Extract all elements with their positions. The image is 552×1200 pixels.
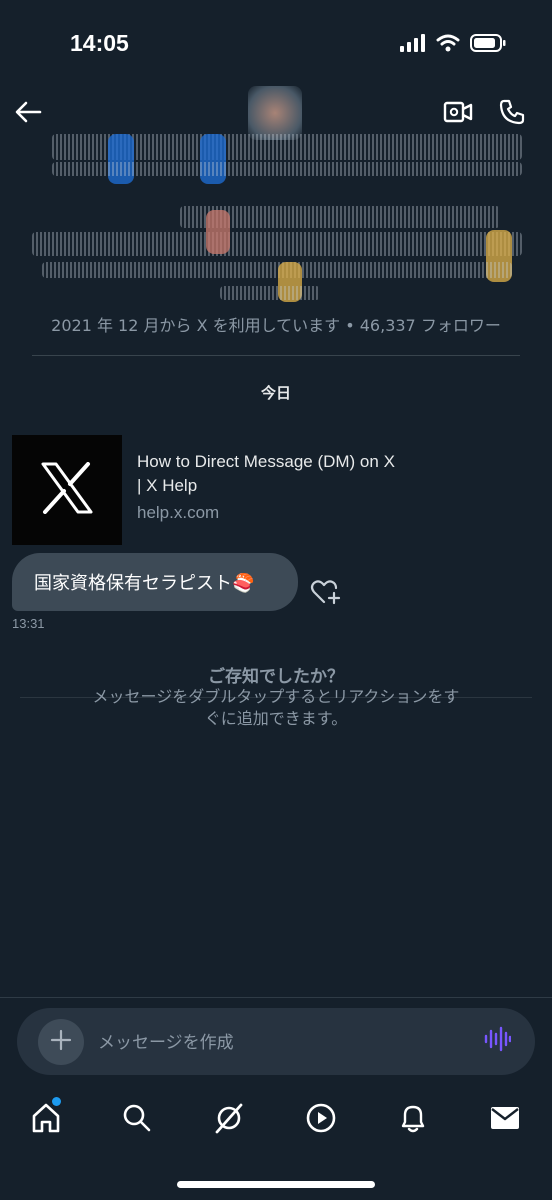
home-indicator <box>177 1181 375 1188</box>
heart-plus-icon <box>310 578 342 610</box>
battery-icon <box>470 34 506 56</box>
tip-body: メッセージをダブルタップするとリアクションをすぐに追加できます。 <box>92 687 460 728</box>
phone-call-icon <box>498 98 526 130</box>
x-logo-icon <box>40 462 94 518</box>
message-text: 国家資格保有セラピスト🍣 <box>34 573 255 594</box>
tip-title: ご存知でしたか？ <box>208 667 344 687</box>
search-icon <box>122 1103 152 1137</box>
profile-join-info: 2021 年 12 月から X を利用しています • 46,337 フォロワー <box>51 316 501 335</box>
voice-waveform-icon <box>483 1026 512 1056</box>
cellular-signal-icon <box>400 34 426 56</box>
message-input[interactable] <box>96 1022 470 1064</box>
add-reaction-button[interactable] <box>308 578 344 610</box>
composer-separator <box>0 997 552 998</box>
day-separator: 今日 <box>260 384 291 402</box>
status-time: 14:05 <box>70 30 129 56</box>
grok-icon <box>213 1102 245 1138</box>
phone-call-button[interactable] <box>494 96 530 132</box>
home-icon <box>30 1102 62 1138</box>
wifi-icon <box>436 34 460 56</box>
messages-envelope-icon <box>489 1105 521 1135</box>
back-arrow-icon <box>14 100 42 128</box>
tab-messages[interactable] <box>483 1098 527 1142</box>
tab-notifications[interactable] <box>391 1098 435 1142</box>
message-timestamp: 13:31 <box>12 616 45 631</box>
tab-home[interactable] <box>24 1098 68 1142</box>
tab-video[interactable] <box>299 1098 343 1142</box>
video-play-icon <box>305 1102 337 1138</box>
video-call-icon <box>443 100 473 128</box>
back-button[interactable] <box>10 96 46 132</box>
plus-icon <box>50 1029 72 1055</box>
tab-search[interactable] <box>115 1098 159 1142</box>
divider <box>32 355 520 356</box>
video-call-button[interactable] <box>440 96 476 132</box>
home-notification-dot <box>52 1097 61 1106</box>
notifications-bell-icon <box>398 1102 428 1138</box>
link-card-domain: help.x.com <box>137 503 220 522</box>
tab-grok[interactable] <box>207 1098 251 1142</box>
message-bubble[interactable]: 国家資格保有セラピスト🍣 <box>12 553 298 611</box>
status-icons <box>400 34 506 56</box>
link-card-thumbnail[interactable] <box>12 435 122 545</box>
link-card-title[interactable]: How to Direct Message (DM) on X | X Help <box>137 450 397 498</box>
voice-message-button[interactable] <box>480 1024 514 1058</box>
add-attachment-button[interactable] <box>38 1019 84 1065</box>
